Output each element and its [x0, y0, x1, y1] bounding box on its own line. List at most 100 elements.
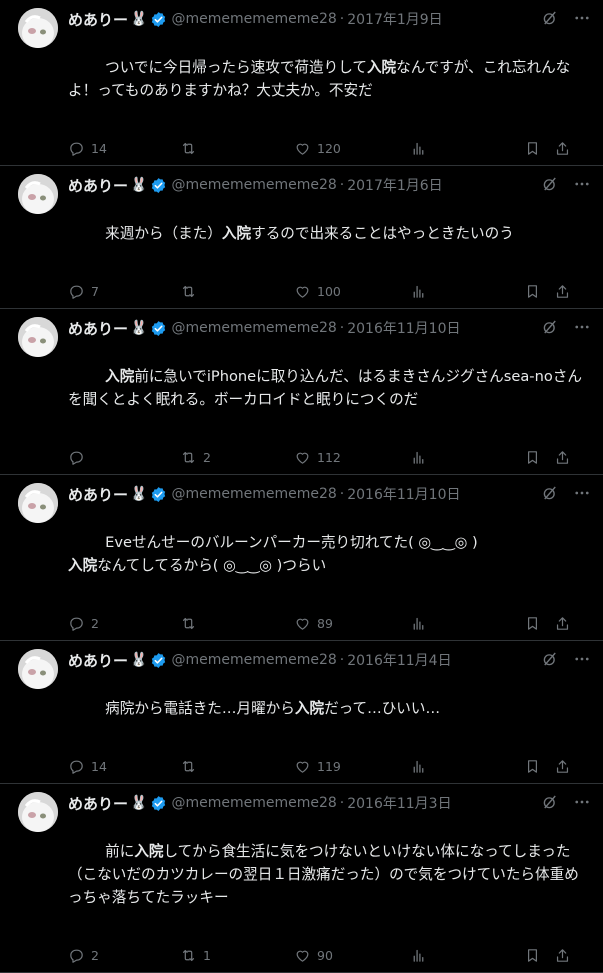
- tweet-text: 病院から電話きた…月曜から入院だって…ひいい…: [68, 674, 587, 743]
- views-button[interactable]: [410, 947, 524, 964]
- share-button[interactable]: [554, 283, 584, 300]
- tweet[interactable]: めありー 🐰 @memememememe28 · 2016年11月10日: [0, 475, 603, 641]
- rabbit-emoji: 🐰: [130, 11, 148, 27]
- user-handle[interactable]: @memememememe28: [171, 795, 336, 811]
- like-button[interactable]: 90: [294, 947, 410, 964]
- reply-button[interactable]: [68, 449, 180, 466]
- like-button[interactable]: 89: [294, 615, 410, 632]
- display-name[interactable]: めありー: [68, 793, 128, 814]
- like-button[interactable]: 119: [294, 758, 410, 775]
- display-name[interactable]: めありー: [68, 175, 128, 196]
- tweet-text-after: 前に急いでiPhoneに取り込んだ、はるまきさんジグさんsea-noさんを聞くと…: [68, 368, 582, 408]
- retweet-button[interactable]: [180, 283, 294, 300]
- retweet-button[interactable]: [180, 758, 294, 775]
- share-button[interactable]: [554, 140, 584, 157]
- avatar[interactable]: [18, 649, 58, 689]
- share-icon: [556, 450, 569, 464]
- tweet-text: 前に入院してから食生活に気をつけないといけない体になってしまった（こないだのカツ…: [68, 817, 587, 932]
- bookmark-button[interactable]: [524, 140, 554, 157]
- views-button[interactable]: [410, 140, 524, 157]
- tweet-text-before: 来週から（また）: [105, 225, 222, 242]
- more-icon[interactable]: [573, 484, 591, 502]
- more-icon[interactable]: [573, 318, 591, 336]
- tweet-text-after: するので出来ることはやっときたいのう: [251, 225, 514, 242]
- grok-icon[interactable]: [541, 484, 559, 502]
- more-icon[interactable]: [573, 650, 591, 668]
- grok-icon[interactable]: [541, 793, 559, 811]
- avatar[interactable]: [18, 483, 58, 523]
- tweet-date[interactable]: 2016年11月10日: [347, 484, 460, 504]
- share-button[interactable]: [554, 947, 584, 964]
- share-button[interactable]: [554, 758, 584, 775]
- display-name[interactable]: めありー: [68, 484, 128, 505]
- separator-dot: ·: [339, 652, 345, 668]
- share-button[interactable]: [554, 615, 584, 632]
- tweet-date[interactable]: 2016年11月10日: [347, 318, 460, 338]
- avatar[interactable]: [18, 8, 58, 48]
- grok-icon[interactable]: [541, 175, 559, 193]
- bookmark-button[interactable]: [524, 758, 554, 775]
- grok-icon[interactable]: [541, 318, 559, 336]
- display-name[interactable]: めありー: [68, 650, 128, 671]
- retweet-button[interactable]: [180, 140, 294, 157]
- bookmark-button[interactable]: [524, 615, 554, 632]
- retweet-button[interactable]: 1: [180, 947, 294, 964]
- tweet-date[interactable]: 2017年1月6日: [347, 175, 442, 195]
- user-handle[interactable]: @memememememe28: [171, 320, 336, 336]
- tweet-date[interactable]: 2017年1月9日: [347, 9, 442, 29]
- avatar[interactable]: [18, 792, 58, 832]
- share-icon: [556, 284, 569, 298]
- like-count: 119: [317, 758, 341, 774]
- retweet-button[interactable]: [180, 615, 294, 632]
- tweet-content: めありー 🐰 @memememememe28 · 2016年11月10日: [68, 483, 589, 640]
- like-button[interactable]: 112: [294, 449, 410, 466]
- tweet[interactable]: めありー 🐰 @memememememe28 · 2016年11月3日 前に入院…: [0, 784, 603, 973]
- views-icon: [413, 142, 424, 155]
- more-icon[interactable]: [573, 175, 591, 193]
- reply-button[interactable]: 7: [68, 283, 180, 300]
- avatar-image: [18, 483, 58, 523]
- tweet[interactable]: めありー 🐰 @memememememe28 · 2017年1月6日 来週から（…: [0, 166, 603, 309]
- bookmark-button[interactable]: [524, 449, 554, 466]
- views-button[interactable]: [410, 758, 524, 775]
- tweet-header: めありー 🐰 @memememememe28 · 2016年11月3日: [68, 792, 587, 814]
- views-button[interactable]: [410, 615, 524, 632]
- reply-button[interactable]: 14: [68, 140, 180, 157]
- verified-badge-icon: [152, 320, 166, 336]
- tweet[interactable]: めありー 🐰 @memememememe28 · 2016年11月4日 病院から…: [0, 641, 603, 784]
- more-icon[interactable]: [573, 9, 591, 27]
- avatar[interactable]: [18, 174, 58, 214]
- like-button[interactable]: 100: [294, 283, 410, 300]
- tweet-content: めありー 🐰 @memememememe28 · 2016年11月4日 病院から…: [68, 649, 589, 783]
- display-name[interactable]: めありー: [68, 9, 128, 30]
- grok-icon[interactable]: [541, 9, 559, 27]
- like-button[interactable]: 120: [294, 140, 410, 157]
- tweet-text-before: 前に: [105, 843, 135, 860]
- reply-button[interactable]: 14: [68, 758, 180, 775]
- retweet-button[interactable]: 2: [180, 449, 294, 466]
- views-button[interactable]: [410, 283, 524, 300]
- share-button[interactable]: [554, 449, 584, 466]
- grok-icon[interactable]: [541, 650, 559, 668]
- tweet[interactable]: めありー 🐰 @memememememe28 · 2017年1月9日 ついでに今…: [0, 0, 603, 166]
- retweet-icon: [182, 949, 195, 961]
- views-button[interactable]: [410, 449, 524, 466]
- tweet-date[interactable]: 2016年11月4日: [347, 650, 451, 670]
- bookmark-button[interactable]: [524, 947, 554, 964]
- tweet-date[interactable]: 2016年11月3日: [347, 793, 451, 813]
- reply-count: 2: [91, 615, 99, 631]
- more-icon[interactable]: [573, 793, 591, 811]
- user-handle[interactable]: @memememememe28: [171, 177, 336, 193]
- rabbit-emoji: 🐰: [130, 320, 148, 336]
- display-name[interactable]: めありー: [68, 318, 128, 339]
- bookmark-button[interactable]: [524, 283, 554, 300]
- tweet[interactable]: めありー 🐰 @memememememe28 · 2016年11月10日: [0, 309, 603, 475]
- user-handle[interactable]: @memememememe28: [171, 652, 336, 668]
- tweet-text-highlight: 入院: [134, 843, 164, 860]
- user-handle[interactable]: @memememememe28: [171, 11, 336, 27]
- user-handle[interactable]: @memememememe28: [171, 486, 336, 502]
- reply-button[interactable]: 2: [68, 615, 180, 632]
- avatar[interactable]: [18, 317, 58, 357]
- reply-button[interactable]: 2: [68, 947, 180, 964]
- tweet-text-highlight: 入院: [221, 225, 252, 242]
